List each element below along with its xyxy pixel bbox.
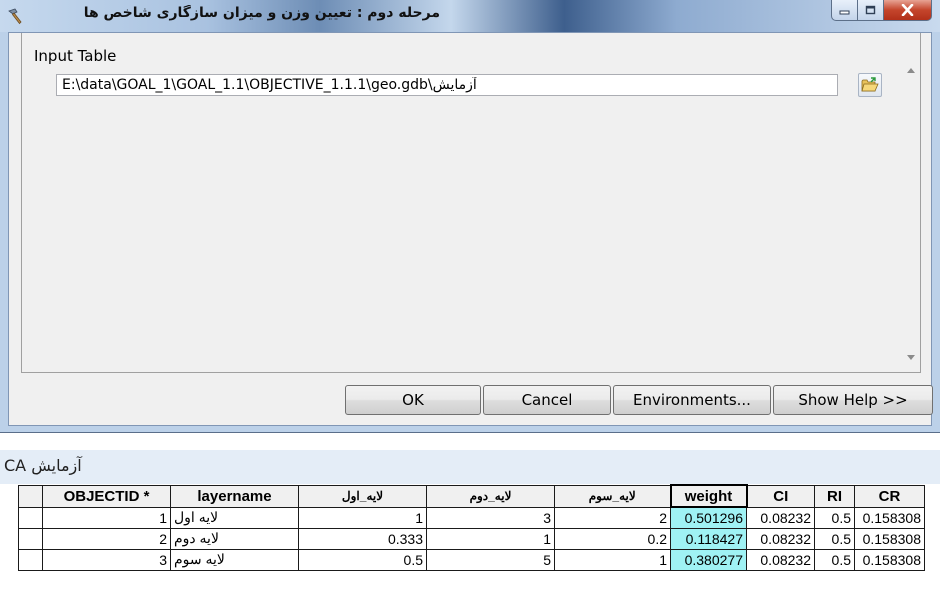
table-cell[interactable]: 0.158308: [854, 548, 925, 571]
column-header[interactable]: CR: [854, 484, 925, 508]
table-cell-weight[interactable]: 0.118427: [670, 527, 747, 550]
table-cell[interactable]: 1: [554, 548, 671, 571]
table-title: آزمایش CA: [4, 456, 82, 475]
vertical-scrollbar[interactable]: [903, 33, 920, 371]
table-cell[interactable]: 0.5: [298, 548, 427, 571]
table-cell[interactable]: 0.08232: [746, 548, 815, 571]
table-cell[interactable]: لایه سوم: [170, 548, 299, 571]
table-cell[interactable]: 1: [426, 527, 555, 550]
column-header-weight[interactable]: weight: [669, 484, 748, 508]
table-row[interactable]: 2 لایه دوم 0.333 1 0.2 0.118427 0.08232 …: [18, 527, 925, 550]
row-selector[interactable]: [18, 548, 43, 571]
input-table-field[interactable]: [56, 74, 838, 96]
table-cell[interactable]: 0.158308: [854, 527, 925, 550]
column-header[interactable]: CI: [746, 484, 815, 508]
close-button[interactable]: [884, 0, 932, 21]
table-cell[interactable]: 3: [42, 548, 171, 571]
table-header-row: OBJECTID * layername لایه_اول لایه_دوم ل…: [18, 484, 925, 508]
table-cell-weight[interactable]: 0.501296: [670, 506, 747, 529]
ok-button[interactable]: OK: [345, 385, 481, 415]
window-title: مرحله دوم : تعیین وزن و میزان سازگاری شا…: [83, 5, 440, 21]
table-cell[interactable]: 3: [426, 506, 555, 529]
table-cell[interactable]: 5: [426, 548, 555, 571]
table-window-title: آزمایش CA: [0, 450, 940, 484]
scroll-up-icon[interactable]: [907, 68, 915, 73]
row-selector[interactable]: [18, 527, 43, 550]
column-header[interactable]: لایه_اول: [298, 484, 427, 508]
maximize-icon: [865, 5, 876, 15]
column-header[interactable]: layername: [170, 484, 299, 508]
table-cell[interactable]: 0.5: [814, 506, 855, 529]
table-cell[interactable]: لایه دوم: [170, 527, 299, 550]
attribute-table: OBJECTID * layername لایه_اول لایه_دوم ل…: [18, 484, 925, 571]
minimize-button[interactable]: [831, 0, 858, 21]
open-folder-icon: [861, 77, 879, 92]
input-table-label: Input Table: [34, 47, 117, 65]
scroll-down-icon[interactable]: [907, 355, 915, 360]
table-row[interactable]: 3 لایه سوم 0.5 5 1 0.380277 0.08232 0.5 …: [18, 548, 925, 571]
maximize-button[interactable]: [858, 0, 884, 21]
column-header[interactable]: لایه_سوم: [554, 484, 671, 508]
header-selector[interactable]: [18, 484, 43, 508]
column-header[interactable]: لایه_دوم: [426, 484, 555, 508]
column-header[interactable]: RI: [814, 484, 855, 508]
column-header[interactable]: OBJECTID *: [42, 484, 171, 508]
window-controls: [831, 0, 932, 22]
row-selector[interactable]: [18, 506, 43, 529]
show-help-button[interactable]: Show Help >>: [773, 385, 933, 415]
table-cell[interactable]: 0.2: [554, 527, 671, 550]
browse-button[interactable]: [858, 73, 882, 97]
hammer-tool-icon: [8, 8, 22, 25]
table-cell[interactable]: 0.5: [814, 527, 855, 550]
environments-button[interactable]: Environments...: [613, 385, 771, 415]
table-cell[interactable]: 1: [298, 506, 427, 529]
table-cell[interactable]: لایه اول: [170, 506, 299, 529]
table-cell[interactable]: 0.08232: [746, 506, 815, 529]
table-cell[interactable]: 0.158308: [854, 506, 925, 529]
table-cell[interactable]: 1: [42, 506, 171, 529]
close-icon: [901, 4, 914, 16]
table-cell[interactable]: 0.333: [298, 527, 427, 550]
minimize-icon: [839, 10, 850, 14]
cancel-button[interactable]: Cancel: [483, 385, 611, 415]
table-cell[interactable]: 0.08232: [746, 527, 815, 550]
table-cell-weight[interactable]: 0.380277: [670, 548, 747, 571]
table-cell[interactable]: 2: [42, 527, 171, 550]
table-cell[interactable]: 2: [554, 506, 671, 529]
table-row[interactable]: 1 لایه اول 1 3 2 0.501296 0.08232 0.5 0.…: [18, 506, 925, 529]
title-bar[interactable]: مرحله دوم : تعیین وزن و میزان سازگاری شا…: [0, 0, 940, 32]
table-cell[interactable]: 0.5: [814, 548, 855, 571]
tool-dialog: مرحله دوم : تعیین وزن و میزان سازگاری شا…: [0, 0, 940, 433]
